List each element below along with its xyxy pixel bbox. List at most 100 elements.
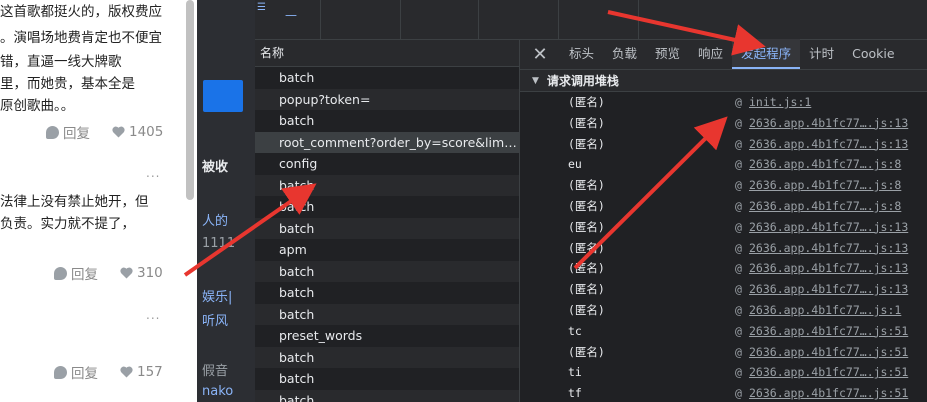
overview-cell	[479, 0, 559, 40]
like-count: 157	[137, 364, 163, 380]
triangle-down-icon: ▼	[532, 75, 539, 86]
request-row[interactable]: batch	[255, 389, 519, 402]
request-row[interactable]: batch	[255, 346, 519, 368]
detail-tabs: ✕ 标头 负载 预览 响应 发起程序 计时 Cookie	[520, 39, 927, 70]
request-row[interactable]: batch	[255, 110, 519, 132]
at-sign: @	[735, 261, 742, 276]
tab-2[interactable]: 预览	[646, 39, 689, 69]
at-sign: @	[735, 365, 742, 380]
heart-icon[interactable]	[112, 126, 125, 138]
tab-3[interactable]: 响应	[689, 39, 732, 69]
frame-function: (匿名)	[568, 198, 605, 213]
stack-frame: ti @2636.app.4b1fc77….js:51	[520, 362, 927, 383]
stack-frame: (匿名) @2636.app.4b1fc77….js:13	[520, 238, 927, 259]
request-row[interactable]: batch	[255, 368, 519, 390]
request-row[interactable]: config	[255, 153, 519, 175]
frame-function: (匿名)	[568, 282, 605, 297]
stack-frame: (匿名) @2636.app.4b1fc77….js:51	[520, 342, 927, 363]
frame-function: eu	[568, 157, 582, 172]
stack-frame: tc @2636.app.4b1fc77….js:51	[520, 321, 927, 342]
frame-source-link[interactable]: init.js:1	[749, 92, 811, 113]
frame-source-link[interactable]: 2636.app.4b1fc77….js:13	[749, 217, 908, 238]
tab-5[interactable]: 计时	[800, 39, 843, 69]
frame-function: (匿名)	[568, 261, 605, 276]
comment-text-line: 法律上没有禁止她开，但	[0, 194, 149, 210]
stack-frame: (匿名) @2636.app.4b1fc77….js:13	[520, 279, 927, 300]
call-stack-header[interactable]: ▼ 请求调用堆栈	[520, 70, 927, 92]
at-sign: @	[735, 178, 742, 193]
frame-source-link[interactable]: 2636.app.4b1fc77….js:13	[749, 279, 908, 300]
comment-text-line: 这首歌都挺火的，版权费应	[0, 4, 162, 20]
reply-icon[interactable]	[54, 266, 67, 280]
frame-source-link[interactable]: 2636.app.4b1fc77….js:13	[749, 238, 908, 259]
frame-source-link[interactable]: 2636.app.4b1fc77….js:13	[749, 258, 908, 279]
reply-link[interactable]: 回复	[71, 263, 98, 283]
stack-frame: (匿名) @2636.app.4b1fc77….js:13	[520, 134, 927, 155]
comment-text-line: 里，而她贵，基本全是	[0, 76, 135, 92]
request-list: 名称 batch popup?token= batch root_comment?or…	[255, 40, 520, 402]
stack-frame: (匿名) @2636.app.4b1fc77….js:13	[520, 258, 927, 279]
stack-frame: tf @2636.app.4b1fc77….js:51	[520, 383, 927, 402]
request-row[interactable]: batch	[255, 303, 519, 325]
frame-function: (匿名)	[568, 240, 605, 255]
frame-source-link[interactable]: 2636.app.4b1fc77….js:51	[749, 342, 908, 363]
frame-source-link[interactable]: 2636.app.4b1fc77….js:51	[749, 362, 908, 383]
frame-source-link[interactable]: 2636.app.4b1fc77….js:8	[749, 154, 901, 175]
request-row[interactable]: batch	[255, 260, 519, 282]
section-title: 请求调用堆栈	[546, 73, 619, 88]
request-row[interactable]: root_comment?order_by=score&limit...	[255, 131, 519, 153]
tab-4[interactable]: 发起程序	[732, 39, 801, 69]
overview-cell	[321, 0, 401, 40]
strip-text: 1111	[202, 236, 236, 251]
frame-function: tc	[568, 323, 582, 338]
more-icon[interactable]: ...	[146, 308, 160, 322]
tab-6[interactable]: Cookie	[843, 39, 903, 69]
overview-cell	[401, 0, 479, 40]
heart-icon[interactable]	[120, 267, 133, 279]
reply-link[interactable]: 回复	[63, 122, 90, 142]
stack-frame: (匿名) @2636.app.4b1fc77….js:13	[520, 113, 927, 134]
at-sign: @	[735, 157, 742, 172]
request-row[interactable]: apm	[255, 239, 519, 261]
frame-function: (匿名)	[568, 136, 605, 151]
comment-actions: 回复 157	[54, 362, 163, 382]
at-sign: @	[735, 95, 742, 109]
comment-actions: 回复 1405	[46, 122, 163, 142]
comment-actions: 回复 310	[54, 263, 163, 283]
frame-source-link[interactable]: 2636.app.4b1fc77….js:8	[749, 175, 901, 196]
request-row[interactable]: popup?token=	[255, 88, 519, 110]
page-scrollbar[interactable]	[186, 0, 194, 200]
frame-source-link[interactable]: 2636.app.4b1fc77….js:51	[749, 383, 908, 402]
request-row[interactable]: batch	[255, 196, 519, 218]
comment-text-line: 。演唱场地费肯定也不便宜	[0, 30, 162, 46]
tab-0[interactable]: 标头	[560, 39, 603, 69]
close-icon[interactable]: ✕	[520, 39, 560, 69]
more-icon[interactable]: ...	[146, 166, 160, 180]
frame-source-link[interactable]: 2636.app.4b1fc77….js:8	[749, 196, 901, 217]
reply-link[interactable]: 回复	[71, 362, 98, 382]
frame-function: (匿名)	[568, 95, 605, 109]
frame-source-link[interactable]: 2636.app.4b1fc77….js:1	[749, 300, 901, 321]
request-row[interactable]: batch	[255, 67, 519, 89]
frame-function: (匿名)	[568, 302, 605, 317]
at-sign: @	[735, 136, 742, 151]
at-sign: @	[735, 302, 742, 317]
request-row[interactable]: preset_words	[255, 325, 519, 347]
frame-source-link[interactable]: 2636.app.4b1fc77….js:51	[749, 321, 908, 342]
reply-icon[interactable]	[54, 365, 67, 379]
request-row[interactable]: batch	[255, 217, 519, 239]
frame-source-link[interactable]: 2636.app.4b1fc77….js:13	[749, 113, 908, 134]
request-row[interactable]: batch	[255, 282, 519, 304]
strip-text: nako	[202, 384, 234, 399]
reply-icon[interactable]	[46, 125, 59, 139]
name-column-header[interactable]: 名称	[255, 40, 519, 67]
tab-1[interactable]: 负载	[603, 39, 646, 69]
heart-icon[interactable]	[120, 366, 133, 378]
list-icon: ☰	[257, 2, 266, 13]
overview-cell	[559, 0, 639, 40]
request-row[interactable]: batch	[255, 174, 519, 196]
dash-icon: —	[285, 8, 297, 22]
frame-source-link[interactable]: 2636.app.4b1fc77….js:13	[749, 134, 908, 155]
at-sign: @	[735, 198, 742, 213]
blue-button[interactable]	[203, 80, 243, 112]
